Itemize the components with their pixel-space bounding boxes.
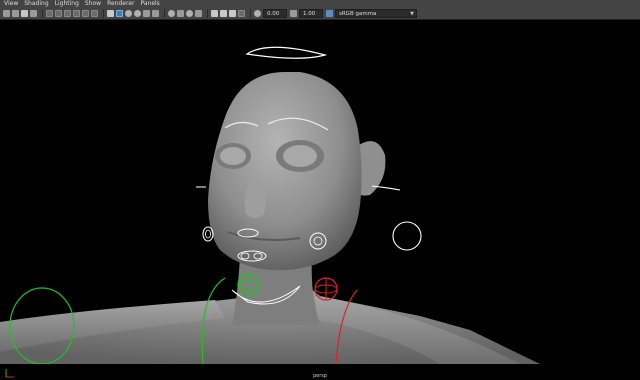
camera-attributes-icon[interactable]	[12, 10, 19, 17]
menu-view[interactable]: View	[4, 0, 18, 8]
camera-label: persp	[312, 373, 328, 379]
textured-icon[interactable]	[134, 10, 141, 17]
viewport-scene	[0, 46, 540, 365]
backface-culling-icon[interactable]	[238, 10, 245, 17]
gamma-icon[interactable]	[290, 10, 297, 17]
chevron-down-icon: ▼	[410, 11, 414, 17]
menu-shading[interactable]: Shading	[24, 0, 48, 8]
menu-renderer[interactable]: Renderer	[107, 0, 134, 8]
gamma-field[interactable]: 1.00	[299, 9, 323, 18]
color-space-label: sRGB gamma	[339, 11, 377, 17]
smooth-shade-icon[interactable]	[116, 10, 123, 17]
axis-indicator-icon	[5, 369, 14, 378]
panel-menu-bar: View Shading Lighting Show Renderer Pane…	[0, 0, 640, 8]
image-plane-icon[interactable]	[30, 10, 37, 17]
isolate-select-icon[interactable]	[211, 10, 218, 17]
color-management-icon[interactable]	[326, 10, 333, 17]
head-top-control	[245, 46, 328, 59]
use-lights-icon[interactable]	[143, 10, 150, 17]
menu-panels[interactable]: Panels	[140, 0, 159, 8]
motion-blur-icon[interactable]	[177, 10, 184, 17]
default-material-icon[interactable]	[125, 10, 132, 17]
wireframe-icon[interactable]	[107, 10, 114, 17]
resolution-gate-icon[interactable]	[64, 10, 71, 17]
panel-toolbar: 0.00 1.00 sRGB gamma ▼	[0, 8, 640, 20]
color-space-dropdown[interactable]: sRGB gamma ▼	[335, 9, 417, 18]
left-eye	[220, 147, 246, 165]
toolbar-separator	[250, 9, 251, 18]
shadows-icon[interactable]	[152, 10, 159, 17]
mouth-corner-control-left	[202, 226, 214, 242]
grid-icon[interactable]	[46, 10, 53, 17]
menu-lighting[interactable]: Lighting	[55, 0, 79, 8]
exposure-icon[interactable]	[254, 10, 261, 17]
field-chart-icon[interactable]	[82, 10, 89, 17]
toolbar-separator	[42, 9, 43, 18]
mouth-corner-control-left-inner	[205, 229, 211, 239]
gate-mask-icon[interactable]	[73, 10, 80, 17]
xray-icon[interactable]	[220, 10, 227, 17]
film-gate-icon[interactable]	[55, 10, 62, 17]
ambient-occlusion-icon[interactable]	[168, 10, 175, 17]
exposure-field[interactable]: 0.00	[263, 9, 287, 18]
toolbar-separator	[103, 9, 104, 18]
select-camera-icon[interactable]	[3, 10, 10, 17]
toolbar-separator	[164, 9, 165, 18]
xray-joints-icon[interactable]	[229, 10, 236, 17]
right-eye	[283, 145, 317, 167]
antialiasing-icon[interactable]	[186, 10, 193, 17]
bookmark-icon[interactable]	[21, 10, 28, 17]
depth-of-field-icon[interactable]	[195, 10, 202, 17]
menu-show[interactable]: Show	[85, 0, 101, 8]
ear-control	[392, 221, 422, 251]
3d-viewport[interactable]: persp	[0, 20, 640, 379]
safe-action-icon[interactable]	[91, 10, 98, 17]
toolbar-separator	[207, 9, 208, 18]
